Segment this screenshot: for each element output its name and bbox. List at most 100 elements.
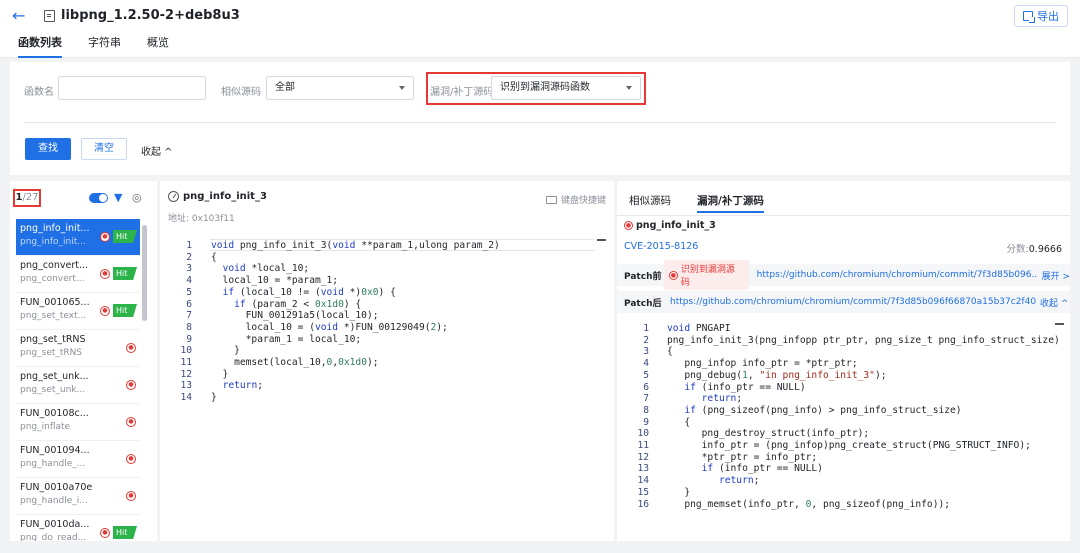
code-line: png_infop info_ptr = *ptr_ptr; [667,358,1060,370]
filter-toggle[interactable] [89,193,108,203]
counter-total: /27 [22,192,39,203]
code-token: return [222,380,258,392]
vuln-source-select[interactable]: 识别到漏洞源码函数 [491,76,641,100]
function-icon [168,191,179,202]
tab-similar-source[interactable]: 相似源码 [629,193,671,213]
code-token: ); [436,321,448,333]
matched-function-name: png_info_init_3 [636,220,716,231]
code-token: ) { [343,298,362,310]
clear-button[interactable]: 清空 [81,138,127,160]
vuln-mark-icon: ● [624,221,633,230]
code-token: *local_10; [245,263,310,275]
filter-panel: 函数名 相似源码 全部 漏洞/补丁源码 识别到漏洞源码函数 查找 清空 收起 ^ [10,62,1070,175]
code-token: { [667,416,691,428]
collapse-toggle[interactable]: 收起 ^ [1040,296,1068,309]
code-editor[interactable]: void png_info_init_3(void **param_1,ulon… [211,240,500,404]
code-token: ; [736,393,743,405]
collapse-toggle[interactable]: 收起 ^ [141,143,173,158]
vuln-mark-icon: ● [126,417,136,427]
export-button[interactable]: 导出 [1014,5,1068,27]
code-token: { [211,251,217,263]
vuln-source-value: 识别到漏洞源码函数 [500,82,590,93]
code-token: 0x1d0 [314,298,344,310]
function-name: png_set_unk... [20,371,89,382]
list-item[interactable]: png_convert... png_convert... ● Hit [16,256,140,293]
back-arrow-icon[interactable]: ← [12,8,28,24]
score-value: 0.9666 [1028,244,1062,255]
list-item[interactable]: FUN_001065... png_set_text... ● Hit [16,293,140,330]
function-address: 地址: 0x103f11 [168,214,235,224]
code-line: png_debug(1, "in png_info_init_3"); [667,370,1060,382]
list-item[interactable]: png_set_unk... png_set_unk... ● [16,367,140,404]
code-token: *param_1 = local_10; [211,333,362,345]
tab-overview[interactable]: 概览 [147,34,169,58]
code-token: if [684,381,696,393]
code-token: (local_10 != ( [234,286,321,298]
code-line: } [211,392,500,404]
code-line: } [667,487,1060,499]
code-token: if [222,286,235,298]
function-name: FUN_00108c... [20,408,89,419]
code-line: if (info_ptr == NULL) [667,463,1060,475]
code-token: memset(local_10, [211,357,327,369]
fold-icon[interactable] [597,239,606,241]
patch-before-row: Patch前 ● 识别到漏洞源码 https://github.com/chro… [617,260,1070,290]
patch-before-link[interactable]: https://github.com/chromium/chromium/com… [757,270,1038,280]
func-name-input[interactable] [58,76,206,100]
source-tabs: 相似源码 漏洞/补丁源码 [629,193,764,213]
code-line: if (local_10 != (void *)0x0) { [211,287,500,299]
line-number: 15 [637,486,649,498]
function-source: png_set_unk... [20,385,86,395]
expand-toggle[interactable]: 展开 > [1042,269,1070,282]
tab-vuln-patch-source[interactable]: 漏洞/补丁源码 [697,193,764,213]
line-number: 16 [637,498,649,510]
patch-before-label: Patch前 [624,271,662,282]
code-token: (info_ptr == NULL) [695,381,806,393]
vuln-source-panel: 相似源码 漏洞/补丁源码 ● png_info_init_3 CVE-2015-… [617,181,1070,541]
cve-link[interactable]: CVE-2015-8126 [624,241,698,252]
similar-source-select[interactable]: 全部 [266,76,414,100]
search-button[interactable]: 查找 [25,138,71,160]
keyboard-shortcuts-button[interactable]: 键盘快捷键 [545,193,606,206]
export-icon [1023,11,1033,21]
line-number: 12 [637,451,649,463]
funnel-icon[interactable]: ▼ [114,192,126,204]
tab-strings[interactable]: 字符串 [88,34,121,58]
code-line: void png_info_init_3(void **param_1,ulon… [211,240,500,252]
locate-icon[interactable]: ◎ [132,192,144,204]
document-icon [44,9,55,22]
line-number: 4 [643,358,649,370]
line-number: 14 [637,475,649,487]
vuln-source-label: 漏洞/补丁源码 [430,87,494,98]
list-item[interactable]: FUN_0010da... png_do_read... ● Hit [16,515,140,541]
list-item[interactable]: FUN_0010a70e png_handle_i... ● [16,478,140,515]
code-token: void [320,286,344,298]
code-line: if (param_2 < 0x1d0) { [211,299,500,311]
vuln-mark-icon: ● [126,491,136,501]
line-number: 5 [186,286,192,298]
code-token: ); [366,357,379,369]
code-line: if (info_ptr == NULL) [667,382,1060,394]
list-item[interactable]: FUN_001094... png_handle_... ● [16,441,140,478]
patch-after-link[interactable]: https://github.com/chromium/chromium/com… [670,297,1036,307]
list-item[interactable]: png_set_tRNS png_set_tRNS ● [16,330,140,367]
vuln-mark-icon: ● [126,380,136,390]
code-editor[interactable]: void PNGAPI png_info_init_3(png_infopp pt… [667,323,1060,510]
code-line: void PNGAPI [667,323,1060,335]
line-number: 1 [643,323,649,334]
list-scrollbar[interactable] [142,225,147,321]
vuln-mark-icon: ● [100,528,110,538]
line-number: 6 [186,298,192,310]
score-label: 分数: [1006,244,1029,255]
list-item[interactable]: png_info_init... png_info_init... ● Hit [16,219,140,256]
list-item[interactable]: FUN_00108c... png_inflate ● [16,404,140,441]
tab-function-list[interactable]: 函数列表 [18,34,62,58]
function-name: FUN_0010da... [20,519,90,530]
code-token: if [234,298,246,310]
code-line: FUN_001291a5(local_10); [211,310,500,322]
